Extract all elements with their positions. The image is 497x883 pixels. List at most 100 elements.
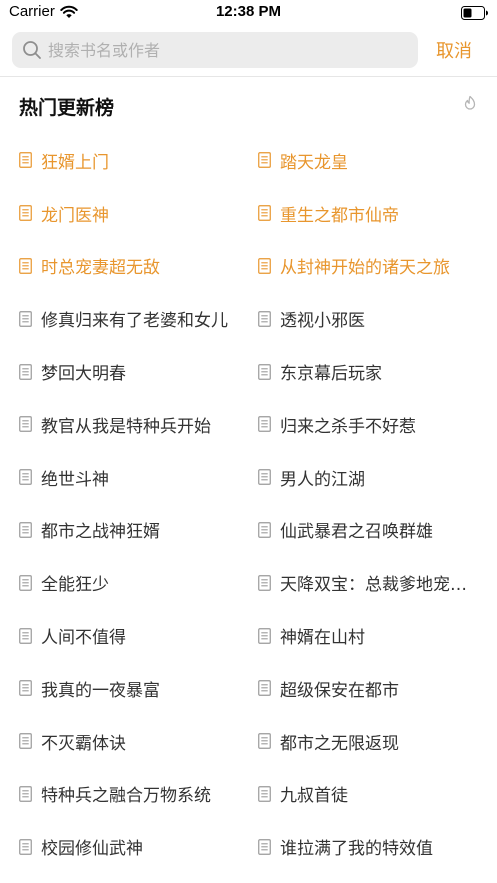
list-row: 狂婿上门 踏天龙皇: [0, 134, 497, 187]
list-row: 教官从我是特种兵开始 归来之杀手不好惹: [0, 398, 497, 451]
document-icon: [19, 574, 32, 591]
document-icon: [258, 574, 271, 591]
document-icon: [258, 469, 271, 486]
list-row: 人间不值得 神婿在山村: [0, 609, 497, 662]
book-title: 不灭霸体诀: [41, 733, 126, 754]
book-list-item[interactable]: 特种兵之融合万物系统: [19, 768, 241, 821]
cancel-button[interactable]: 取消: [436, 36, 484, 64]
book-list-item[interactable]: 超级保安在都市: [258, 662, 480, 715]
book-title: 归来之杀手不好惹: [280, 416, 416, 437]
book-list-item[interactable]: 龙门医神: [19, 187, 241, 240]
search-bar: 取消: [0, 32, 497, 76]
book-title: 透视小邪医: [280, 311, 365, 332]
list-row: 全能狂少 天降双宝：总裁爹地宠上天: [0, 556, 497, 609]
document-icon: [258, 786, 271, 802]
book-list-item[interactable]: 九叔首徒: [258, 768, 480, 821]
book-list-item[interactable]: 都市之战神狂婿: [19, 504, 241, 557]
book-title: 重生之都市仙帝: [280, 205, 399, 226]
hot-update-list: 狂婿上门 踏天龙皇 龙门医神 重生之都市仙帝 时总宠妻超无敌 从封神开始的诸天之…: [0, 134, 497, 873]
book-title: 踏天龙皇: [280, 152, 348, 173]
status-bar: Carrier 12:38 PM: [0, 0, 497, 26]
book-list-item[interactable]: 归来之杀手不好惹: [258, 398, 480, 451]
book-title: 绝世斗神: [41, 469, 109, 490]
list-row: 我真的一夜暴富 超级保安在都市: [0, 662, 497, 715]
book-list-item[interactable]: 男人的江湖: [258, 451, 480, 504]
book-list-item[interactable]: 全能狂少: [19, 556, 241, 609]
search-icon: [22, 40, 42, 64]
document-icon: [258, 205, 271, 222]
document-icon: [19, 522, 32, 538]
list-row: 龙门医神 重生之都市仙帝: [0, 187, 497, 240]
book-list-item[interactable]: 我真的一夜暴富: [19, 662, 241, 715]
document-icon: [258, 733, 271, 750]
list-row: 特种兵之融合万物系统 九叔首徒: [0, 768, 497, 821]
book-title: 神婿在山村: [280, 628, 365, 649]
book-list-item[interactable]: 校园修仙武神: [19, 820, 241, 873]
search-box[interactable]: [12, 32, 418, 68]
book-title: 时总宠妻超无敌: [41, 258, 160, 279]
document-icon: [258, 680, 271, 697]
book-title: 狂婿上门: [41, 152, 109, 173]
book-title: 都市之无限返现: [280, 733, 399, 754]
book-list-item[interactable]: 梦回大明春: [19, 345, 241, 398]
document-icon: [19, 152, 32, 169]
list-row: 修真归来有了老婆和女儿 透视小邪医: [0, 292, 497, 345]
book-list-item[interactable]: 踏天龙皇: [258, 134, 480, 187]
document-icon: [19, 310, 32, 327]
list-row: 时总宠妻超无敌 从封神开始的诸天之旅: [0, 240, 497, 293]
book-title: 修真归来有了老婆和女儿: [41, 311, 228, 332]
book-title: 九叔首徒: [280, 786, 348, 807]
list-row: 都市之战神狂婿 仙武暴君之召唤群雄: [0, 504, 497, 557]
book-list-item[interactable]: 从封神开始的诸天之旅: [258, 240, 480, 293]
clock: 12:38 PM: [215, 3, 282, 20]
document-icon: [19, 469, 32, 486]
book-list-item[interactable]: 不灭霸体诀: [19, 715, 241, 768]
document-icon: [258, 152, 271, 169]
book-list-item[interactable]: 仙武暴君之召唤群雄: [258, 504, 480, 557]
search-input[interactable]: [48, 32, 408, 68]
book-title: 教官从我是特种兵开始: [41, 416, 211, 437]
document-icon: [258, 838, 271, 855]
book-title: 人间不值得: [41, 628, 126, 649]
book-title: 全能狂少: [41, 575, 109, 596]
document-icon: [19, 838, 32, 855]
book-title: 仙武暴君之召唤群雄: [280, 522, 433, 543]
book-list-item[interactable]: 东京幕后玩家: [258, 345, 480, 398]
book-title: 从封神开始的诸天之旅: [280, 258, 450, 279]
book-title: 特种兵之融合万物系统: [41, 786, 211, 807]
book-list-item[interactable]: 都市之无限返现: [258, 715, 480, 768]
book-list-item[interactable]: 狂婿上门: [19, 134, 241, 187]
book-list-item[interactable]: 天降双宝：总裁爹地宠上天: [258, 556, 480, 609]
document-icon: [258, 363, 271, 380]
book-list-item[interactable]: 修真归来有了老婆和女儿: [19, 292, 241, 345]
document-icon: [258, 522, 271, 538]
book-list-item[interactable]: 谁拉满了我的特效值: [258, 820, 480, 873]
document-icon: [19, 258, 32, 274]
book-list-item[interactable]: 教官从我是特种兵开始: [19, 398, 241, 451]
list-row: 绝世斗神 男人的江湖: [0, 451, 497, 504]
refresh-icon[interactable]: [461, 94, 479, 116]
book-title: 梦回大明春: [41, 364, 126, 385]
book-list-item[interactable]: 透视小邪医: [258, 292, 480, 345]
section-title: 热门更新榜: [19, 97, 115, 119]
list-row: 不灭霸体诀 都市之无限返现: [0, 715, 497, 768]
document-icon: [19, 416, 32, 433]
book-title: 谁拉满了我的特效值: [280, 839, 433, 860]
book-list-item[interactable]: 人间不值得: [19, 609, 241, 662]
document-icon: [19, 680, 32, 697]
document-icon: [19, 363, 32, 380]
book-list-item[interactable]: 绝世斗神: [19, 451, 241, 504]
list-row: 校园修仙武神 谁拉满了我的特效值: [0, 820, 497, 873]
book-title: 东京幕后玩家: [280, 364, 382, 385]
document-icon: [258, 310, 271, 327]
book-title: 天降双宝：总裁爹地宠上天: [280, 575, 480, 596]
book-list-item[interactable]: 神婿在山村: [258, 609, 480, 662]
document-icon: [19, 733, 32, 750]
book-list-item[interactable]: 重生之都市仙帝: [258, 187, 480, 240]
book-title: 都市之战神狂婿: [41, 522, 160, 543]
book-list-item[interactable]: 时总宠妻超无敌: [19, 240, 241, 293]
document-icon: [19, 627, 32, 644]
document-icon: [19, 786, 32, 802]
document-icon: [258, 258, 271, 274]
document-icon: [258, 416, 271, 433]
